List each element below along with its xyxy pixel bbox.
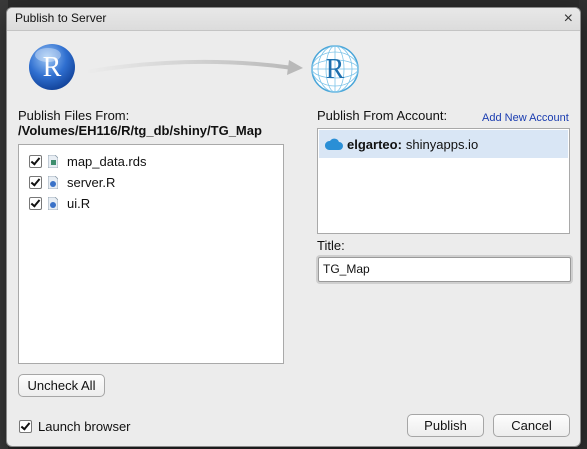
file-name: ui.R <box>67 195 91 211</box>
cancel-button[interactable]: Cancel <box>493 414 570 437</box>
files-list: map_data.rds server.R ui.R <box>18 144 284 364</box>
account-item[interactable]: elgarteo: shinyapps.io <box>319 130 568 158</box>
launch-browser-label: Launch browser <box>38 419 131 434</box>
file-name: server.R <box>67 174 116 190</box>
r-file-icon <box>48 175 58 189</box>
r-file-icon <box>48 196 58 210</box>
publish-from-label: Publish Files From: <box>18 108 130 123</box>
publish-button[interactable]: Publish <box>407 414 484 437</box>
account-server: shinyapps.io <box>405 136 479 152</box>
shinyapps-logo-icon: R <box>311 45 359 93</box>
publish-arrow-icon <box>84 59 303 75</box>
file-row-ui[interactable]: ui.R <box>29 194 90 212</box>
add-account-link[interactable]: Add New Account <box>482 112 569 124</box>
uncheck-all-button[interactable]: Uncheck All <box>18 374 105 397</box>
account-list: elgarteo: shinyapps.io <box>317 128 570 234</box>
shinyapps-logo-letter: R <box>326 54 345 85</box>
title-input[interactable]: TG_Map <box>318 257 571 282</box>
r-logo-letter: R <box>43 52 62 83</box>
cloud-icon <box>325 138 343 150</box>
file-row-map-data[interactable]: map_data.rds <box>29 152 147 170</box>
launch-browser-row[interactable]: Launch browser <box>19 419 131 434</box>
close-icon[interactable]: × <box>564 9 573 29</box>
rds-file-icon <box>48 154 58 168</box>
account-label: Publish From Account: <box>317 108 448 123</box>
r-logo-icon: R <box>29 44 75 90</box>
dialog-title: Publish to Server <box>15 11 107 25</box>
file-checkbox[interactable] <box>29 196 42 210</box>
file-row-server[interactable]: server.R <box>29 173 115 191</box>
dialog-titlebar: Publish to Server × <box>7 8 580 31</box>
title-label: Title: <box>317 238 345 253</box>
file-checkbox[interactable] <box>29 154 42 168</box>
source-path: /Volumes/EH116/R/tg_db/shiny/TG_Map <box>18 123 262 138</box>
account-name: elgarteo: <box>347 136 402 152</box>
file-checkbox[interactable] <box>29 175 42 189</box>
launch-browser-checkbox[interactable] <box>19 420 32 433</box>
publish-dialog: Publish to Server × R R Publish Files Fr… <box>7 8 580 446</box>
background-window-right <box>579 0 587 449</box>
file-name: map_data.rds <box>67 153 147 169</box>
